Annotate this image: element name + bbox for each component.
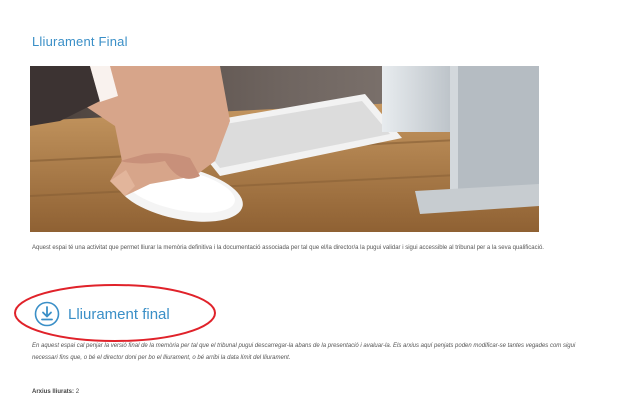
files-delivered: Arxius lliurats: 2 — [32, 389, 79, 395]
section-title[interactable]: Lliurament final — [68, 306, 170, 323]
section-description: En aquest espai cal penjar la versió fin… — [32, 343, 576, 361]
download-icon[interactable] — [34, 301, 60, 327]
files-label: Arxius lliurats: — [32, 389, 75, 395]
intro-text: Aquest espai té una activitat que permet… — [32, 245, 544, 251]
lliurament-final-link[interactable]: Lliurament final — [28, 296, 218, 332]
files-count: 2 — [75, 389, 80, 395]
page-title: Lliurament Final — [32, 34, 128, 49]
hero-image — [30, 66, 539, 232]
